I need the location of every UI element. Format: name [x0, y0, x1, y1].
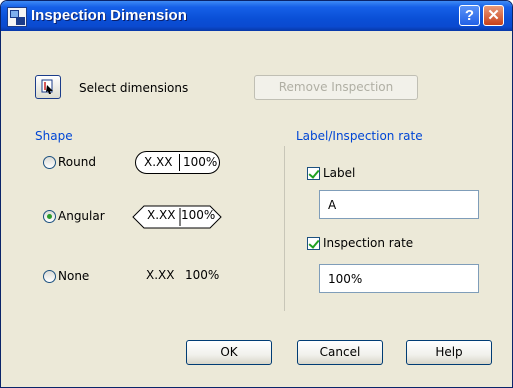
round-preview-rate: 100% — [183, 155, 218, 169]
angular-preview-value: X.XX — [147, 208, 176, 222]
app-icon — [7, 7, 27, 27]
remove-inspection-button[interactable]: Remove Inspection — [254, 75, 418, 100]
radio-round-label[interactable]: Round — [58, 155, 96, 169]
inspection-rate-input[interactable] — [319, 264, 479, 293]
none-preview-value: X.XX — [146, 268, 175, 282]
label-input[interactable] — [319, 190, 479, 219]
help-icon[interactable]: ? — [459, 5, 480, 26]
window-title: Inspection Dimension — [31, 7, 187, 24]
shape-group-label: Shape — [35, 129, 73, 143]
group-divider — [284, 146, 285, 311]
label-checkbox-label[interactable]: Label — [323, 166, 355, 180]
round-shape-preview: X.XX 100% — [135, 151, 220, 174]
cancel-button[interactable]: Cancel — [297, 340, 383, 365]
none-preview-rate: 100% — [185, 268, 220, 282]
radio-round[interactable] — [43, 156, 56, 169]
inspection-dimension-dialog: Inspection Dimension ? ✕ Select dimensio… — [0, 0, 513, 388]
radio-angular[interactable] — [43, 210, 56, 223]
inspection-rate-checkbox-label[interactable]: Inspection rate — [323, 236, 413, 250]
radio-angular-label[interactable]: Angular — [58, 209, 105, 223]
close-icon[interactable]: ✕ — [483, 5, 504, 26]
radio-none-label[interactable]: None — [58, 269, 89, 283]
round-preview-separator — [179, 154, 180, 171]
angular-preview-rate: 100% — [181, 208, 216, 222]
label-checkbox[interactable] — [307, 167, 320, 180]
select-dimensions-label: Select dimensions — [79, 81, 189, 95]
label-rate-group-label: Label/Inspection rate — [296, 129, 423, 143]
help-button[interactable]: Help — [406, 340, 492, 365]
round-preview-value: X.XX — [144, 155, 173, 169]
inspection-rate-checkbox[interactable] — [307, 237, 320, 250]
ok-button[interactable]: OK — [186, 340, 272, 365]
radio-none[interactable] — [43, 270, 56, 283]
title-bar[interactable]: Inspection Dimension ? ✕ — [1, 1, 512, 31]
select-dimensions-icon — [41, 79, 53, 94]
select-dimensions-button[interactable] — [35, 75, 61, 99]
